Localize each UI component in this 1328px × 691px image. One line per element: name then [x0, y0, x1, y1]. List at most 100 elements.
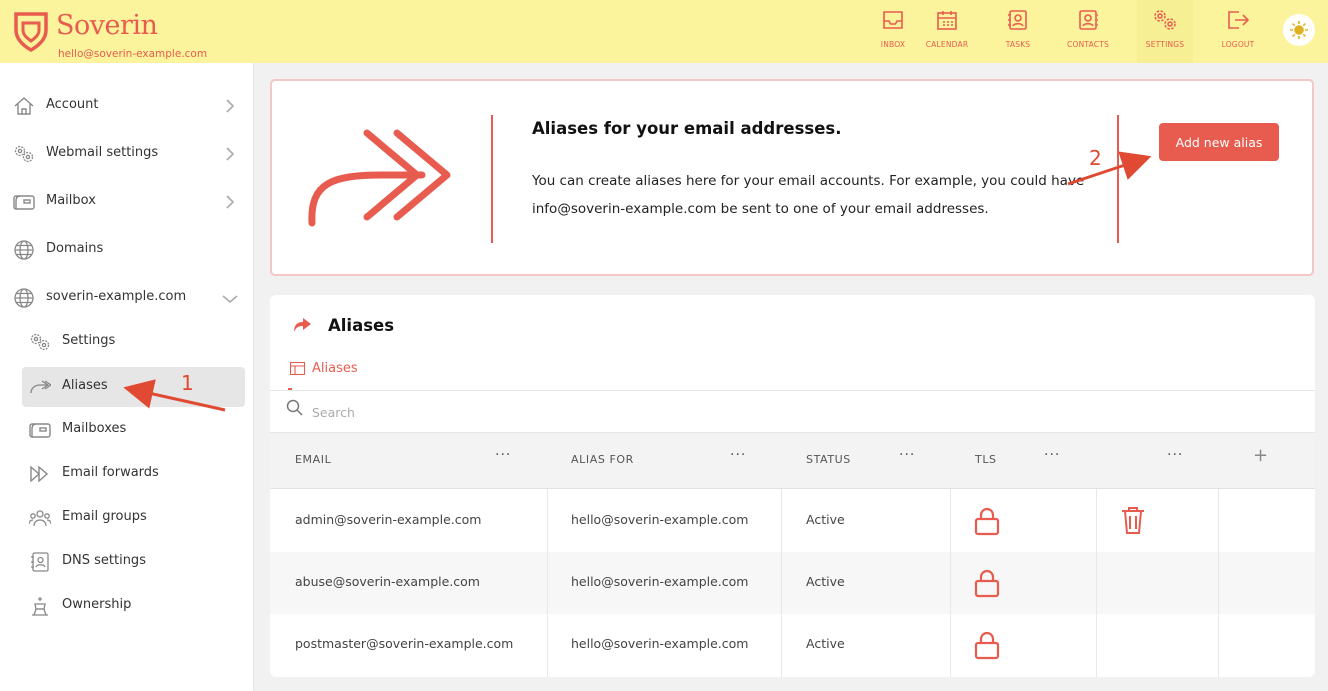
- nav-tasks-label: TASKS: [1005, 40, 1031, 49]
- column-divider: [781, 489, 782, 677]
- cell-email: abuse@soverin-example.com: [295, 574, 480, 589]
- nav-calendar[interactable]: CALENDAR: [919, 0, 975, 63]
- column-header-email[interactable]: EMAIL: [295, 453, 331, 466]
- cell-alias-for: hello@soverin-example.com: [571, 636, 749, 651]
- add-new-alias-button[interactable]: Add new alias: [1159, 123, 1279, 161]
- sidebar-item-label: Domains: [46, 241, 104, 256]
- theme-toggle-button[interactable]: [1283, 14, 1315, 46]
- info-divider: [1117, 115, 1119, 243]
- inbox-icon: [883, 11, 903, 29]
- contacts-icon: [1079, 10, 1098, 30]
- sidebar-item-email-groups[interactable]: Email groups: [22, 498, 245, 538]
- cell-email: admin@soverin-example.com: [295, 512, 482, 527]
- sidebar-item-ownership[interactable]: Ownership: [22, 586, 245, 626]
- sidebar-item-email-forwards[interactable]: Email forwards: [22, 454, 245, 494]
- nav-contacts[interactable]: CONTACTS: [1060, 0, 1116, 63]
- cell-status: Active: [806, 574, 845, 589]
- column-divider: [1096, 489, 1097, 677]
- brand-name: Soverin: [56, 10, 158, 41]
- table-row[interactable]: admin@soverin-example.com hello@soverin-…: [270, 490, 1315, 552]
- sidebar-item-webmail-settings[interactable]: Webmail settings: [0, 134, 254, 174]
- column-divider: [547, 489, 548, 677]
- column-menu-button[interactable]: ···: [730, 447, 746, 463]
- ownership-icon: [32, 597, 48, 616]
- lock-icon[interactable]: [973, 630, 1001, 660]
- table-header: EMAIL ··· ALIAS FOR ··· STATUS ··· TLS ·…: [270, 433, 1315, 489]
- chevron-down-icon: [222, 295, 238, 304]
- sidebar-item-mailboxes[interactable]: Mailboxes: [22, 410, 245, 450]
- cell-status: Active: [806, 636, 845, 651]
- globe-icon: [14, 288, 34, 308]
- table-row[interactable]: postmaster@soverin-example.com hello@sov…: [270, 614, 1315, 676]
- nav-logout-label: LOGOUT: [1221, 40, 1255, 49]
- nav-calendar-label: CALENDAR: [925, 40, 969, 49]
- sidebar-item-dns-settings[interactable]: DNS settings: [22, 542, 245, 582]
- sidebar-item-label: Email forwards: [62, 465, 159, 480]
- add-column-button[interactable]: +: [1253, 445, 1268, 466]
- nav-settings[interactable]: SETTINGS: [1137, 0, 1193, 63]
- aliases-info-card: Aliases for your email addresses. You ca…: [270, 79, 1314, 276]
- mailbox-icon: [29, 423, 51, 438]
- sidebar-item-label: Settings: [62, 333, 116, 348]
- column-header-tls[interactable]: TLS: [975, 453, 997, 466]
- column-menu-button[interactable]: ···: [495, 447, 511, 463]
- sidebar: Account Webmail settings Mailbox Domains…: [0, 63, 254, 691]
- column-menu-button[interactable]: ···: [1044, 447, 1060, 463]
- nav-contacts-label: CONTACTS: [1067, 40, 1109, 49]
- column-header-alias-for[interactable]: ALIAS FOR: [571, 453, 634, 466]
- dns-icon: [31, 552, 49, 572]
- column-header-status[interactable]: STATUS: [806, 453, 851, 466]
- search-icon: [286, 399, 303, 416]
- logout-icon: [1228, 11, 1250, 29]
- info-description: You can create aliases here for your ema…: [532, 173, 1085, 217]
- calendar-icon: [937, 11, 957, 30]
- chevron-right-icon: [226, 195, 235, 209]
- tab-aliases[interactable]: Aliases: [288, 355, 358, 390]
- lock-icon[interactable]: [973, 568, 1001, 598]
- table-row[interactable]: abuse@soverin-example.com hello@soverin-…: [270, 552, 1315, 614]
- sidebar-item-label: Mailbox: [46, 193, 96, 208]
- shield-logo-icon: [14, 12, 48, 52]
- group-icon: [29, 510, 51, 527]
- sidebar-item-settings[interactable]: Settings: [22, 322, 245, 362]
- card-title: Aliases: [328, 316, 395, 335]
- annotation-number-2: 2: [1089, 146, 1102, 170]
- sidebar-item-label: Aliases: [62, 378, 108, 393]
- cell-alias-for: hello@soverin-example.com: [571, 512, 749, 527]
- chevron-right-icon: [226, 147, 235, 161]
- sidebar-item-domain-soverin-example[interactable]: soverin-example.com: [0, 278, 254, 318]
- nav-tasks[interactable]: TASKS: [990, 0, 1046, 63]
- gears-icon: [14, 145, 34, 163]
- info-divider: [491, 115, 493, 243]
- nav-logout[interactable]: LOGOUT: [1210, 0, 1266, 63]
- sidebar-item-label: Email groups: [62, 509, 147, 524]
- column-menu-button[interactable]: ···: [899, 447, 915, 463]
- sun-icon: [1290, 21, 1308, 39]
- cell-email: postmaster@soverin-example.com: [295, 636, 514, 651]
- globe-icon: [14, 240, 34, 260]
- sidebar-item-label: Mailboxes: [62, 421, 127, 436]
- sidebar-item-aliases[interactable]: Aliases: [22, 367, 245, 407]
- aliases-card: Aliases Aliases EMAIL ··· ALIAS FOR ··· …: [270, 295, 1315, 677]
- info-title: Aliases for your email addresses.: [532, 119, 842, 138]
- sidebar-item-mailbox[interactable]: Mailbox: [0, 182, 254, 222]
- alias-arrow-icon: [294, 318, 311, 332]
- table-icon: [290, 362, 305, 375]
- chevron-right-icon: [226, 99, 235, 113]
- sidebar-item-domains[interactable]: Domains: [0, 230, 254, 270]
- lock-icon[interactable]: [973, 506, 1001, 536]
- nav-settings-label: SETTINGS: [1145, 40, 1185, 49]
- sidebar-item-label: soverin-example.com: [46, 289, 187, 304]
- mailbox-icon: [13, 195, 35, 210]
- search-bar: [270, 391, 1315, 433]
- sidebar-item-account[interactable]: Account: [0, 86, 254, 126]
- trash-icon[interactable]: [1120, 505, 1146, 535]
- sidebar-item-label: Ownership: [62, 597, 132, 612]
- tasks-icon: [1008, 10, 1027, 30]
- search-input[interactable]: [312, 399, 712, 425]
- nav-inbox[interactable]: INBOX: [865, 0, 921, 63]
- settings-icon: [1154, 10, 1176, 30]
- column-menu-button[interactable]: ···: [1167, 447, 1183, 463]
- cell-alias-for: hello@soverin-example.com: [571, 574, 749, 589]
- alias-arrow-icon: [308, 129, 451, 227]
